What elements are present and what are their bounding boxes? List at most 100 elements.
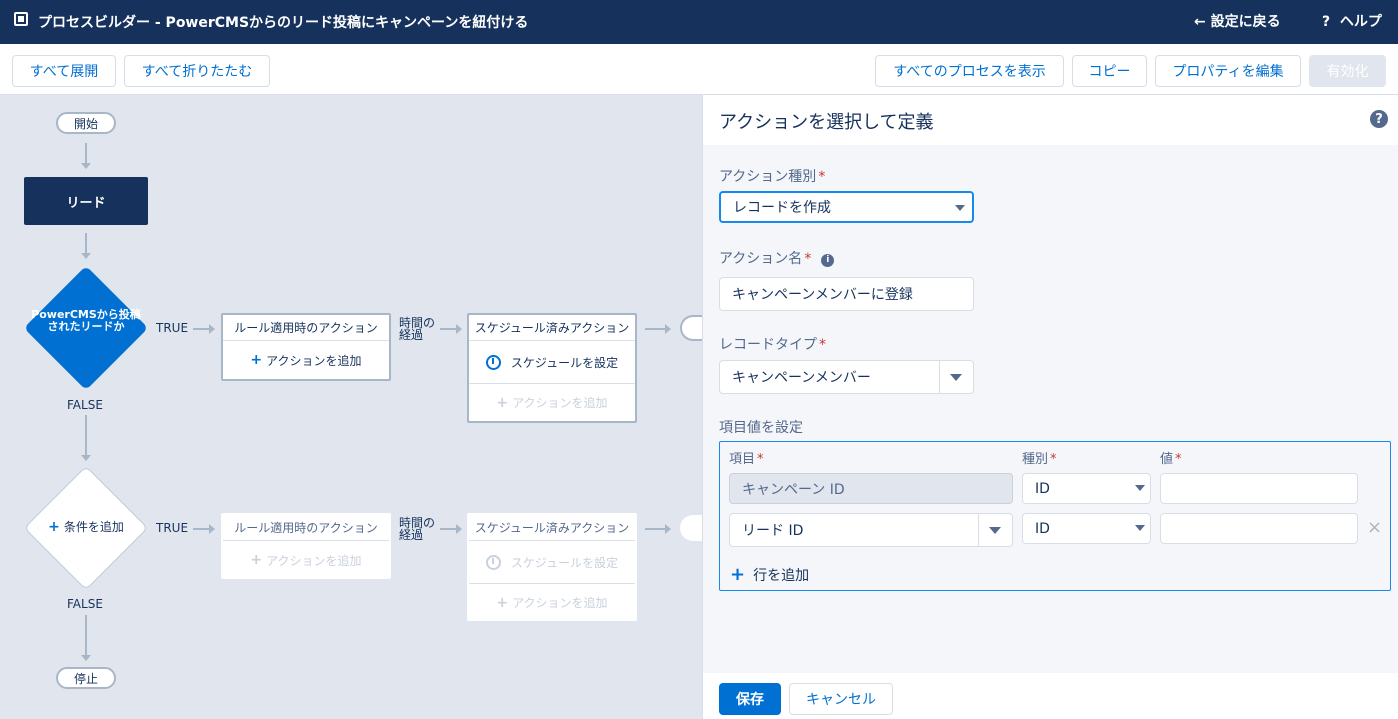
chevron-down-icon: [1135, 485, 1145, 491]
row-2-value-input[interactable]: [1160, 513, 1358, 544]
row-2-field-lookup[interactable]: リード ID: [729, 513, 1013, 547]
add-action-button[interactable]: + アクションを追加: [223, 341, 389, 379]
edit-properties-button[interactable]: プロパティを編集: [1155, 55, 1301, 87]
save-button[interactable]: 保存: [719, 683, 781, 715]
set-schedule-label: スケジュールを設定: [510, 355, 619, 370]
action-name-label-text: アクション名: [719, 251, 803, 267]
scheduled-actions-card-2: スケジュール済みアクション スケジュールを設定 + アクションを追加: [467, 513, 637, 621]
panel-title: アクションを選択して定義: [719, 112, 934, 133]
add-action-label: アクションを追加: [266, 353, 362, 368]
scheduled-actions-title: スケジュール済みアクション: [469, 515, 635, 541]
arrow-right-icon: [456, 324, 462, 334]
arrow-right-icon: [209, 324, 215, 334]
arrow-right-icon: [665, 524, 671, 534]
help-link[interactable]: ? ヘルプ: [1322, 11, 1382, 31]
help-icon[interactable]: ?: [1370, 110, 1388, 128]
field-values-section: 項目 * 種別 * 値 * キャンペーン ID ID リード ID ID × + 行を追…: [719, 441, 1391, 591]
connector: [85, 143, 87, 163]
expand-all-button[interactable]: すべて展開: [12, 55, 116, 87]
set-schedule-button[interactable]: スケジュールを設定: [469, 341, 635, 383]
plus-icon: +: [730, 564, 746, 585]
false-label: FALSE: [67, 597, 103, 611]
set-schedule-button[interactable]: スケジュールを設定: [469, 541, 635, 583]
record-type-label: レコードタイプ *: [719, 334, 826, 354]
copy-button[interactable]: コピー: [1072, 55, 1147, 87]
clock-icon: [485, 354, 501, 370]
info-icon[interactable]: i: [821, 254, 835, 267]
time-elapsed-label: 時間の経過: [399, 316, 436, 342]
action-type-label-text: アクション種別: [719, 169, 817, 185]
back-to-setup-link[interactable]: ← 設定に戻る: [1194, 11, 1281, 31]
add-action-label: アクションを追加: [266, 553, 362, 568]
help-label: ヘルプ: [1339, 14, 1382, 30]
immediate-actions-card-2: ルール適用時のアクション + アクションを追加: [221, 513, 391, 579]
row-1-type-select[interactable]: ID: [1022, 473, 1151, 504]
action-name-value: キャンペーンメンバーに登録: [732, 287, 913, 303]
action-name-input[interactable]: キャンペーンメンバーに登録: [719, 277, 974, 311]
row-2-type-select[interactable]: ID: [1022, 513, 1151, 544]
true-label: TRUE: [156, 321, 189, 335]
add-action-label: アクションを追加: [512, 596, 608, 610]
chevron-down-icon: [955, 205, 965, 211]
panel-header: アクションを選択して定義 ?: [703, 95, 1398, 145]
connector: [193, 528, 209, 530]
plus-icon: +: [250, 352, 263, 368]
back-to-setup-label: 設定に戻る: [1210, 14, 1281, 30]
activate-button[interactable]: 有効化: [1309, 55, 1386, 87]
process-builder-logo-icon: [14, 12, 28, 26]
end-node-partial: [680, 515, 702, 541]
record-type-label-text: レコードタイプ: [719, 337, 817, 353]
cancel-button[interactable]: キャンセル: [789, 683, 893, 715]
arrow-down-icon: [81, 253, 91, 259]
add-scheduled-action-button[interactable]: + アクションを追加: [469, 583, 635, 621]
chevron-down-icon[interactable]: [950, 374, 962, 381]
add-scheduled-action-button[interactable]: + アクションを追加: [469, 383, 635, 421]
immediate-actions-card: ルール適用時のアクション + アクションを追加: [221, 313, 391, 381]
action-type-select[interactable]: レコードを作成: [719, 191, 974, 223]
row-2-field-value: リード ID: [742, 523, 804, 539]
plus-icon: +: [250, 552, 263, 568]
action-type-value: レコードを作成: [733, 200, 831, 216]
arrow-right-icon: [209, 524, 215, 534]
connector: [85, 615, 87, 655]
scheduled-actions-card: スケジュール済みアクション スケジュールを設定 + アクションを追加: [467, 313, 637, 423]
add-row-label: 行を追加: [753, 568, 810, 584]
arrow-down-icon: [81, 655, 91, 661]
divider: [978, 514, 979, 546]
page-title: プロセスビルダー - PowerCMSからのリード投稿にキャンペーンを紐付ける: [38, 15, 529, 31]
chevron-down-icon[interactable]: [989, 527, 1001, 534]
stop-node: 停止: [56, 667, 116, 689]
record-type-value: キャンペーンメンバー: [732, 370, 871, 386]
record-type-lookup[interactable]: キャンペーンメンバー: [719, 360, 974, 394]
connector: [645, 328, 665, 330]
divider: [939, 361, 940, 393]
row-2-type-value: ID: [1035, 520, 1050, 537]
row-1-value-input[interactable]: [1160, 473, 1358, 504]
plus-icon: +: [48, 519, 60, 535]
connector: [85, 415, 87, 455]
false-label: FALSE: [67, 398, 103, 412]
required-marker: *: [757, 452, 764, 467]
column-value-label: 値 *: [1160, 448, 1182, 467]
row-1-field-value: キャンペーン ID: [742, 481, 845, 498]
chevron-down-icon: [1135, 525, 1145, 531]
question-mark-icon: ?: [1322, 14, 1340, 30]
remove-row-icon[interactable]: ×: [1367, 517, 1382, 538]
arrow-right-icon: [456, 524, 462, 534]
arrow-right-icon: [665, 324, 671, 334]
plus-icon: +: [496, 394, 509, 411]
show-all-processes-button[interactable]: すべてのプロセスを表示: [875, 55, 1064, 87]
set-schedule-label: スケジュールを設定: [510, 555, 619, 570]
required-marker: *: [819, 337, 826, 353]
plus-icon: +: [496, 594, 509, 611]
action-type-label: アクション種別 *: [719, 166, 825, 186]
row-1-type-value: ID: [1035, 480, 1050, 497]
add-row-button[interactable]: + 行を追加: [730, 564, 809, 585]
add-action-button[interactable]: + アクションを追加: [223, 541, 389, 579]
required-marker: *: [1050, 452, 1057, 467]
object-node-lead[interactable]: リード: [24, 177, 148, 225]
immediate-actions-title: ルール適用時のアクション: [223, 315, 389, 341]
time-elapsed-label: 時間の経過: [399, 516, 436, 542]
criteria-1-label: PowerCMSから投稿されたリードか: [31, 308, 141, 333]
collapse-all-button[interactable]: すべて折りたたむ: [124, 55, 270, 87]
